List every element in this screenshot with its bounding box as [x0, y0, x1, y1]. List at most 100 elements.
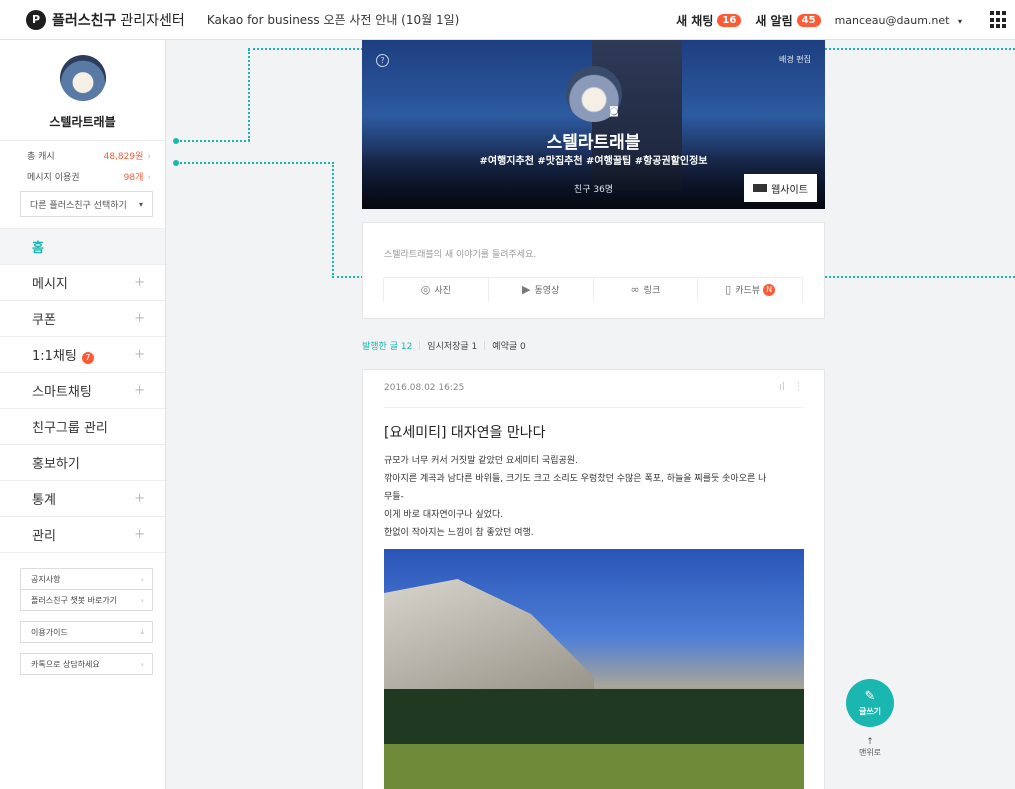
- cardview-tool-button[interactable]: ▯ 카드뷰 N: [698, 278, 802, 301]
- plus-icon[interactable]: +: [134, 311, 145, 326]
- friend-select-dropdown[interactable]: 다른 플러스친구 선택하기 ▾: [20, 191, 153, 217]
- post-title[interactable]: [요세미티] 대자연을 만나다: [384, 422, 546, 442]
- plus-icon[interactable]: +: [134, 491, 145, 506]
- post-body-line: 한없이 작아지는 느낌이 참 좋았던 여행.: [384, 528, 534, 538]
- sidebar-item-label: 쿠폰: [32, 313, 56, 328]
- friend-select-label: 다른 플러스친구 선택하기: [30, 200, 127, 211]
- tab-scheduled[interactable]: 예약글 0: [492, 339, 525, 352]
- tab-separator: [419, 341, 421, 350]
- notice-board-link[interactable]: 공지사항 ›: [20, 568, 153, 590]
- sidebar-item-statistics[interactable]: 통계 +: [0, 480, 165, 516]
- sidebar-menu: 홈 메시지 + 쿠폰 + 1:1채팅 7 + 스마트채팅 + 친구그룹 관리 홍보…: [0, 228, 165, 553]
- chevron-right-icon: ›: [147, 173, 151, 183]
- link-icon: ∞: [630, 283, 640, 296]
- photo-tool-button[interactable]: ◎ 사진: [384, 278, 489, 301]
- guide-download-link[interactable]: 이용가이드 ⤓: [20, 621, 153, 643]
- photo-tool-label: 사진: [434, 286, 451, 296]
- chevron-down-icon: ▾: [138, 199, 143, 209]
- post-composer: 스텔라트래블의 새 이야기를 들려주세요. ◎ 사진 ▶ 동영상 ∞ 링크 ▯ …: [362, 222, 825, 319]
- sidebar-item-message[interactable]: 메시지 +: [0, 264, 165, 300]
- chatbot-shortcut-link[interactable]: 플러스친구 챗봇 바로가기 ›: [20, 589, 153, 611]
- plus-icon[interactable]: +: [134, 383, 145, 398]
- message-ticket-row[interactable]: 메시지 이용권 98개 ›: [27, 170, 151, 183]
- plus-icon[interactable]: +: [134, 527, 145, 542]
- guide-line: [332, 162, 334, 278]
- brand-subtitle: 관리자센터: [120, 12, 185, 29]
- sidebar-item-promotion[interactable]: 홍보하기: [0, 444, 165, 480]
- sidebar-item-coupon[interactable]: 쿠폰 +: [0, 300, 165, 336]
- chatbot-shortcut-label: 플러스친구 챗봇 바로가기: [31, 595, 118, 605]
- new-alert-badge: 45: [796, 13, 821, 27]
- brand[interactable]: P 플러스친구 관리자센터: [26, 9, 185, 30]
- write-post-button[interactable]: ✎ 글쓰기: [846, 679, 894, 727]
- tab-separator: [484, 341, 486, 350]
- link-tool-label: 링크: [643, 286, 661, 296]
- chevron-down-icon: ▾: [957, 16, 962, 26]
- camera-icon: ◎: [420, 283, 431, 296]
- sidebar-item-manage[interactable]: 관리 +: [0, 516, 165, 552]
- tab-published[interactable]: 발행한 글 12: [362, 339, 412, 352]
- balance: 총 캐시 48,829원 › 메시지 이용권 98개 ›: [0, 140, 165, 183]
- guide-dot: [173, 138, 179, 144]
- new-chat-button[interactable]: 새 채팅 16: [676, 12, 742, 29]
- video-tool-button[interactable]: ▶ 동영상: [489, 278, 594, 301]
- sidebar-item-chat[interactable]: 1:1채팅 7 +: [0, 336, 165, 372]
- cash-value: 48,829원: [103, 152, 144, 162]
- sidebar-item-label: 1:1채팅: [32, 349, 77, 364]
- kakaotalk-consult-link[interactable]: 카톡으로 상담하세요 ›: [20, 653, 153, 675]
- sidebar-item-home[interactable]: 홈: [0, 228, 165, 264]
- app-grid-icon[interactable]: [990, 11, 1008, 29]
- cash-label: 총 캐시: [27, 152, 55, 162]
- sidebar: 스텔라트래블 총 캐시 48,829원 › 메시지 이용권 98개 › 다른 플러스…: [0, 40, 166, 789]
- consult-label: 카톡으로 상담하세요: [31, 659, 100, 669]
- chevron-right-icon: ›: [140, 574, 144, 584]
- image-trees: [384, 689, 804, 749]
- sidebar-item-label: 홍보하기: [32, 457, 80, 472]
- sidebar-item-label: 메시지: [32, 277, 68, 292]
- link-tool-button[interactable]: ∞ 링크: [594, 278, 699, 301]
- scroll-top-button[interactable]: ↑ 맨위로: [848, 737, 892, 758]
- guide-line: [248, 49, 250, 141]
- post-divider: [384, 407, 803, 408]
- cover-profile-name: 스텔라트래블: [546, 133, 641, 153]
- chevron-right-icon: ›: [140, 659, 144, 669]
- post-body-line: 깎아지른 계곡과 남다른 바위들, 크기도 크고 소리도 우렁찼던 수많은 폭포…: [384, 474, 767, 484]
- background-edit-button[interactable]: 배경 편집: [779, 54, 811, 65]
- guide-line: [180, 140, 250, 142]
- notice-link[interactable]: Kakao for business 오픈 사전 안내 (10월 1일): [207, 11, 460, 28]
- help-icon[interactable]: ?: [376, 54, 389, 67]
- guide-line: [180, 162, 334, 164]
- more-icon[interactable]: ⋮: [793, 380, 804, 393]
- cash-row[interactable]: 총 캐시 48,829원 ›: [27, 149, 151, 162]
- new-alert-button[interactable]: 새 알림 45: [755, 12, 821, 29]
- post-body: 규모가 너무 커서 거짓말 같았던 요세미티 국립공원. 깎아지른 계곡과 남다…: [384, 452, 804, 542]
- sidebar-links: 공지사항 › 플러스친구 챗봇 바로가기 › 이용가이드 ⤓ 카톡으로 상담하세…: [20, 568, 153, 675]
- account-email: manceau@daum.net: [834, 13, 950, 27]
- website-icon: [753, 184, 768, 192]
- profile-cover: ? 배경 편집 ◙ 스텔라트래블 #여행지추천 #맛집추천 #여행꿀팁 #항공권…: [362, 40, 825, 209]
- image-meadow: [384, 744, 804, 789]
- new-alert-label: 새 알림: [755, 13, 793, 28]
- plus-icon[interactable]: +: [134, 347, 145, 362]
- play-icon: ▶: [521, 283, 531, 296]
- post-date: 2016.08.02 16:25: [384, 383, 465, 393]
- guide-label: 이용가이드: [31, 627, 68, 637]
- post-image[interactable]: [384, 549, 804, 789]
- website-button[interactable]: 웹사이트: [744, 174, 817, 202]
- post-body-line: 이게 바로 대자연이구나 싶었다.: [384, 510, 504, 520]
- sidebar-item-smart-chat[interactable]: 스마트채팅 +: [0, 372, 165, 408]
- chevron-right-icon: ›: [140, 595, 144, 605]
- camera-icon[interactable]: ◙: [607, 106, 621, 118]
- plus-icon[interactable]: +: [134, 275, 145, 290]
- sidebar-item-label: 통계: [32, 493, 56, 508]
- post-body-line: 규모가 너무 커서 거짓말 같았던 요세미티 국립공원.: [384, 456, 578, 466]
- stats-icon[interactable]: ıl: [779, 380, 785, 393]
- plusfriend-logo-icon: P: [26, 9, 46, 30]
- sidebar-item-friend-group[interactable]: 친구그룹 관리: [0, 408, 165, 444]
- pen-icon: ✎: [864, 689, 876, 704]
- avatar[interactable]: [59, 55, 106, 101]
- account-menu[interactable]: manceau@daum.net ▾: [835, 14, 962, 27]
- video-tool-label: 동영상: [534, 286, 560, 296]
- tab-drafts[interactable]: 임시저장글 1: [427, 339, 477, 352]
- composer-input[interactable]: 스텔라트래블의 새 이야기를 들려주세요.: [384, 247, 536, 260]
